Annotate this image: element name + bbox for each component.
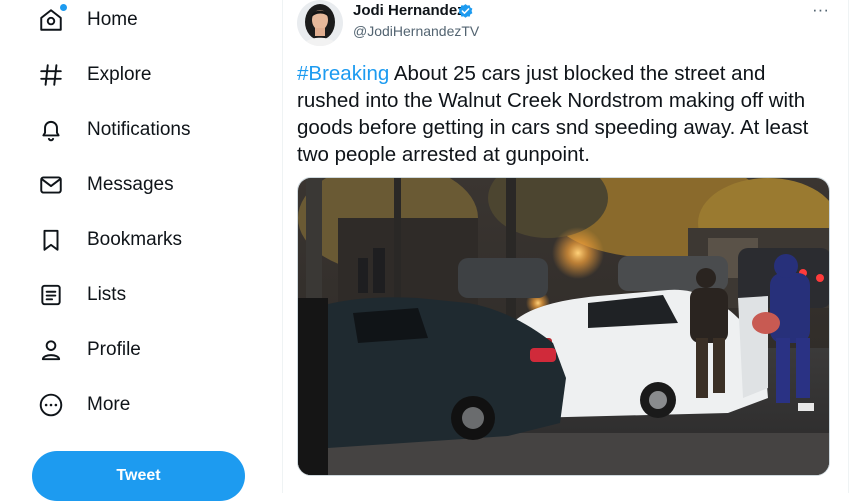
envelope-icon: [36, 170, 66, 200]
tweet-more-button[interactable]: ···: [812, 0, 829, 20]
sidebar-item-bookmarks[interactable]: Bookmarks: [36, 220, 182, 260]
tweet-button[interactable]: Tweet: [32, 451, 245, 501]
tweet-text: #Breaking About 25 cars just blocked the…: [297, 60, 827, 168]
bell-icon: [36, 115, 66, 145]
sidebar-item-home[interactable]: Home: [36, 0, 138, 40]
sidebar-item-notifications[interactable]: Notifications: [36, 110, 191, 150]
sidebar-nav: Home Explore Notifications Messages Book…: [0, 0, 282, 501]
list-icon: [36, 280, 66, 310]
sidebar-item-label: Explore: [87, 64, 152, 85]
sidebar-divider: [282, 0, 283, 493]
sidebar-item-label: Profile: [87, 339, 141, 360]
notification-dot-icon: [60, 4, 67, 11]
person-icon: [36, 335, 66, 365]
author-handle[interactable]: @JodiHernandezTV: [353, 23, 479, 39]
sidebar-item-label: Lists: [87, 284, 127, 305]
timeline-divider: [848, 0, 849, 493]
verified-badge-icon: [457, 3, 474, 20]
hashtag-icon: [36, 60, 66, 90]
sidebar-item-label: Bookmarks: [87, 229, 183, 250]
sidebar-item-explore[interactable]: Explore: [36, 55, 151, 95]
bookmark-icon: [36, 225, 66, 255]
author-name[interactable]: Jodi Hernandez: [353, 2, 465, 19]
sidebar-item-label: Messages: [87, 174, 174, 195]
tweet-media-image[interactable]: [297, 177, 830, 476]
sidebar-item-more[interactable]: More: [36, 385, 130, 425]
more-circle-icon: [36, 390, 66, 420]
sidebar-item-label: Notifications: [87, 119, 191, 140]
sidebar-item-messages[interactable]: Messages: [36, 165, 174, 205]
sidebar-item-lists[interactable]: Lists: [36, 275, 126, 315]
sidebar-item-label: Home: [87, 9, 138, 30]
avatar[interactable]: [297, 0, 343, 46]
sidebar-item-label: More: [87, 394, 131, 415]
sidebar-item-profile[interactable]: Profile: [36, 330, 141, 370]
hashtag-link[interactable]: #Breaking: [297, 62, 389, 85]
